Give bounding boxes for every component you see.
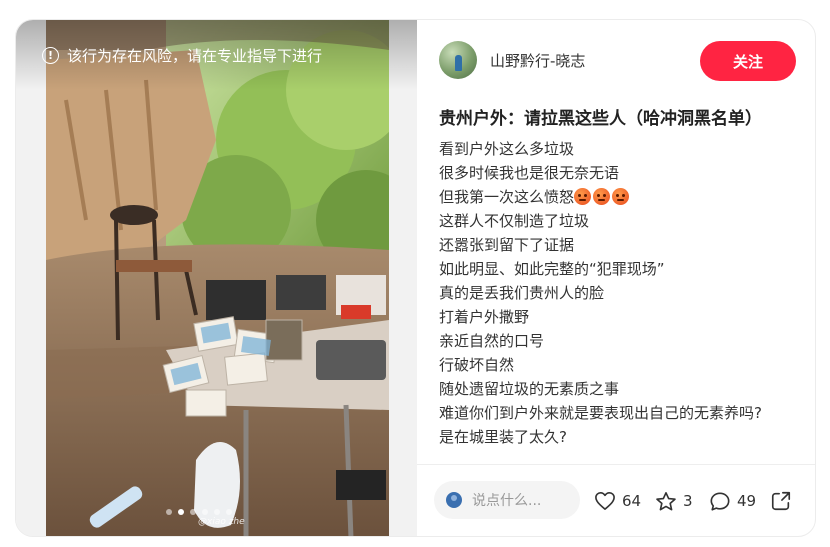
post-line-text: 但我第一次这么愤怒 bbox=[439, 188, 575, 206]
post-line-with-emoji: 但我第一次这么愤怒 bbox=[439, 185, 809, 209]
post-title: 贵州户外：请拉黑这些人（哈冲洞黑名单） bbox=[439, 109, 762, 129]
media-viewer[interactable]: ! 该行为存在风险，请在专业指导下进行 @xiao zhe bbox=[16, 20, 417, 536]
post-line: 很多时候我也是很无奈无语 bbox=[439, 164, 620, 182]
carousel-dot-active[interactable] bbox=[178, 509, 184, 515]
post-photo[interactable] bbox=[46, 20, 389, 536]
author-info[interactable]: 山野黔行-晓志 bbox=[439, 41, 585, 79]
avatar[interactable] bbox=[439, 41, 477, 79]
risk-warning: ! 该行为存在风险，请在专业指导下进行 bbox=[42, 44, 322, 66]
photo-watermark: @xiao zhe bbox=[198, 517, 245, 527]
like-count: 64 bbox=[622, 492, 642, 510]
comment-button[interactable]: 49 bbox=[709, 491, 756, 511]
warning-icon: ! bbox=[42, 46, 59, 64]
post-card: ! 该行为存在风险，请在专业指导下进行 @xiao zhe 山野黔行-晓志 关注… bbox=[15, 19, 816, 537]
post-line: 如此明显、如此完整的“犯罪现场” bbox=[439, 260, 665, 278]
post-line: 还嚣张到留下了证据 bbox=[439, 236, 575, 254]
carousel-dot[interactable] bbox=[202, 509, 208, 515]
post-line: 这群人不仅制造了垃圾 bbox=[439, 212, 590, 230]
post-body: 看到户外这么多垃圾 很多时候我也是很无奈无语 但我第一次这么愤怒 这群人不仅制造… bbox=[439, 137, 809, 449]
carousel-dot[interactable] bbox=[166, 509, 172, 515]
angry-emoji-icon bbox=[593, 188, 611, 205]
carousel-dot[interactable] bbox=[226, 509, 232, 515]
post-line: 亲近自然的口号 bbox=[439, 332, 545, 350]
collect-count: 3 bbox=[683, 492, 693, 510]
post-line: 看到户外这么多垃圾 bbox=[439, 140, 575, 158]
comment-input[interactable]: 说点什么... bbox=[434, 481, 580, 519]
post-line: 难道你们到户外来就是要表现出自己的无素养吗? bbox=[439, 404, 762, 422]
post-detail: 山野黔行-晓志 关注 贵州户外：请拉黑这些人（哈冲洞黑名单） 看到户外这么多垃圾… bbox=[417, 20, 815, 536]
share-icon bbox=[771, 491, 791, 511]
author-name[interactable]: 山野黔行-晓志 bbox=[490, 50, 585, 71]
comment-placeholder: 说点什么... bbox=[472, 493, 542, 509]
post-line: 真的是丢我们贵州人的脸 bbox=[439, 284, 605, 302]
angry-emoji-icon bbox=[574, 188, 592, 205]
collect-button[interactable]: 3 bbox=[655, 491, 693, 511]
star-icon bbox=[656, 491, 676, 510]
post-line: 随处遗留垃圾的无素质之事 bbox=[439, 380, 620, 398]
share-button[interactable] bbox=[770, 491, 792, 511]
user-avatar-icon bbox=[446, 492, 462, 508]
post-line: 打着户外撒野 bbox=[439, 308, 530, 326]
post-line: 行破坏自然 bbox=[439, 356, 515, 374]
angry-emoji-icon bbox=[612, 188, 630, 205]
like-button[interactable]: 64 bbox=[594, 491, 641, 511]
follow-button[interactable]: 关注 bbox=[700, 41, 796, 81]
heart-icon bbox=[595, 492, 615, 510]
engagement-bar: 说点什么... 64 3 49 bbox=[417, 465, 815, 536]
carousel-dot[interactable] bbox=[214, 509, 220, 515]
comment-count: 49 bbox=[737, 492, 757, 510]
carousel-indicator bbox=[166, 509, 232, 515]
risk-warning-text: 该行为存在风险，请在专业指导下进行 bbox=[67, 46, 323, 65]
post-line: 是在城里装了太久? bbox=[439, 428, 567, 446]
comment-icon bbox=[710, 491, 730, 511]
carousel-dot[interactable] bbox=[190, 509, 196, 515]
